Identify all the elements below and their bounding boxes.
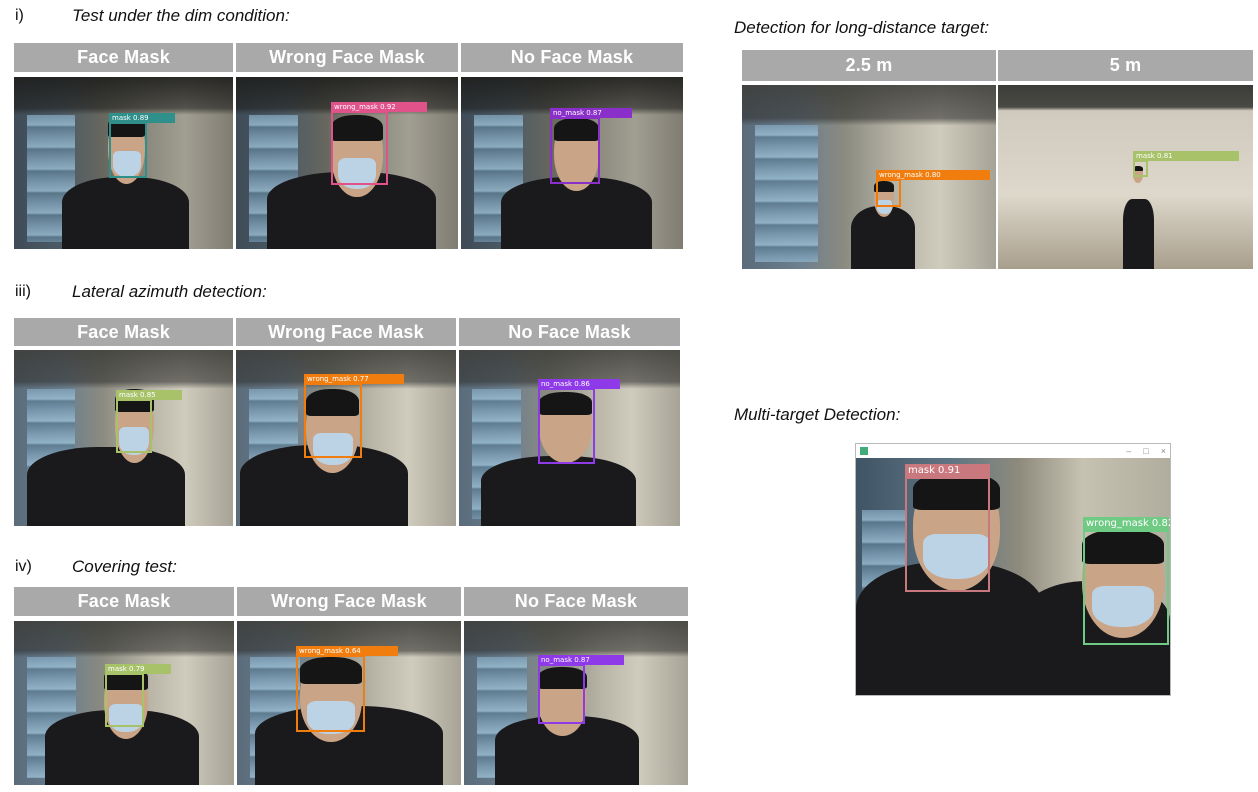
photo-dim-no-face-mask: no_mask 0.87 — [461, 77, 683, 249]
detection-box: wrong_mask 0.77 — [304, 374, 404, 458]
section-label-covering: iv) — [15, 558, 32, 575]
detection-label: wrong_mask 0.77 — [304, 374, 404, 384]
header-row-dim: Face Mask Wrong Face Mask No Face Mask — [14, 43, 683, 72]
section-label-dim: i) — [15, 7, 24, 24]
header-wrong-face-mask: Wrong Face Mask — [237, 587, 461, 616]
detection-label: wrong_mask 0.92 — [331, 102, 427, 112]
header-row-covering: Face Mask Wrong Face Mask No Face Mask — [14, 587, 688, 616]
photo-distance-2-5-m: wrong_mask 0.80 — [742, 85, 996, 269]
photo-covering-face-mask: mask 0.79 — [14, 621, 234, 785]
header-5-m: 5 m — [998, 50, 1253, 81]
detection-label: mask 0.79 — [105, 664, 171, 674]
detection-box: mask 0.85 — [116, 390, 182, 453]
detection-box: wrong_mask 0.92 — [331, 102, 427, 185]
window-title-bar: – □ × — [856, 444, 1170, 458]
photo-covering-no-face-mask: no_mask 0.87 — [464, 621, 688, 785]
photo-distance-5-m: mask 0.81 — [998, 85, 1253, 269]
header-no-face-mask: No Face Mask — [464, 587, 688, 616]
detection-box: wrong_mask 0.80 — [876, 170, 990, 207]
maximize-icon[interactable]: □ — [1143, 446, 1148, 456]
section-title-lateral: Lateral azimuth detection: — [72, 282, 267, 301]
window-controls: – □ × — [1126, 446, 1166, 456]
detection-box: mask 0.91 — [905, 464, 990, 592]
person — [27, 446, 185, 526]
header-no-face-mask: No Face Mask — [461, 43, 683, 72]
window-image: mask 0.91 wrong_mask 0.82 — [856, 458, 1170, 695]
image-row-dim: mask 0.89 wrong_mask 0.92 no_mask 0.87 — [14, 77, 683, 249]
person — [1122, 199, 1154, 269]
photo-dim-wrong-face-mask: wrong_mask 0.92 — [236, 77, 458, 249]
header-face-mask: Face Mask — [14, 43, 233, 72]
detection-label: wrong_mask 0.82 — [1083, 517, 1170, 531]
section-title-covering: Covering test: — [72, 557, 177, 576]
detection-box: mask 0.81 — [1133, 151, 1239, 177]
photo-dim-face-mask: mask 0.89 — [14, 77, 233, 249]
header-2-5-m: 2.5 m — [742, 50, 996, 81]
detection-box: wrong_mask 0.64 — [296, 646, 398, 732]
detection-label: no_mask 0.86 — [538, 379, 620, 389]
detection-box: no_mask 0.87 — [550, 108, 632, 184]
photo-lateral-no-face-mask: no_mask 0.86 — [459, 350, 680, 526]
detection-box: mask 0.89 — [109, 113, 175, 178]
person — [62, 176, 190, 249]
minimize-icon[interactable]: – — [1126, 446, 1131, 456]
close-icon[interactable]: × — [1161, 446, 1166, 456]
detection-label: no_mask 0.87 — [550, 108, 632, 118]
person — [481, 455, 636, 526]
detection-window: – □ × mask 0.91 wrong_mask 0.82 — [855, 443, 1171, 696]
header-wrong-face-mask: Wrong Face Mask — [236, 43, 458, 72]
section-title-distance: Detection for long-distance target: — [734, 18, 990, 37]
photo-lateral-wrong-face-mask: wrong_mask 0.77 — [236, 350, 456, 526]
detection-label: mask 0.81 — [1133, 151, 1239, 161]
section-title-dim: Test under the dim condition: — [72, 6, 290, 25]
detection-box: wrong_mask 0.82 — [1083, 517, 1170, 645]
section-title-multi: Multi-target Detection: — [734, 405, 901, 424]
header-face-mask: Face Mask — [14, 587, 234, 616]
detection-box: no_mask 0.86 — [538, 379, 620, 464]
image-row-distance: wrong_mask 0.80 mask 0.81 — [742, 85, 1253, 269]
detection-label: wrong_mask 0.64 — [296, 646, 398, 656]
header-row-lateral: Face Mask Wrong Face Mask No Face Mask — [14, 318, 680, 346]
header-wrong-face-mask: Wrong Face Mask — [236, 318, 456, 346]
header-row-distance: 2.5 m 5 m — [742, 50, 1253, 81]
detection-box: no_mask 0.87 — [538, 655, 624, 724]
image-row-lateral: mask 0.85 wrong_mask 0.77 no_mask 0.86 — [14, 350, 680, 526]
detection-label: mask 0.89 — [109, 113, 175, 123]
photo-covering-wrong-face-mask: wrong_mask 0.64 — [237, 621, 461, 785]
section-label-lateral: iii) — [15, 283, 31, 300]
detection-label: wrong_mask 0.80 — [876, 170, 990, 180]
detection-box: mask 0.79 — [105, 664, 171, 727]
detection-label: no_mask 0.87 — [538, 655, 624, 665]
image-row-covering: mask 0.79 wrong_mask 0.64 no_mask 0.87 — [14, 621, 688, 785]
detection-label: mask 0.85 — [116, 390, 182, 400]
photo-lateral-face-mask: mask 0.85 — [14, 350, 233, 526]
window-app-icon — [860, 447, 868, 455]
shelf — [754, 125, 819, 262]
header-face-mask: Face Mask — [14, 318, 233, 346]
detection-label: mask 0.91 — [905, 464, 990, 478]
header-no-face-mask: No Face Mask — [459, 318, 680, 346]
